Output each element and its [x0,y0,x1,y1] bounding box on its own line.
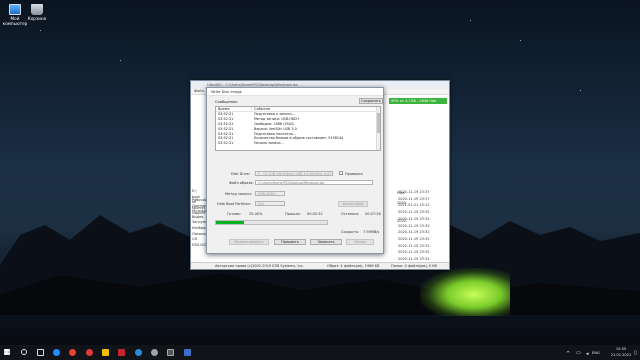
message-log: Время Событие 03:52:31 Подготовка к запис… [215,106,381,151]
elapsed-label: Прошло: [285,212,301,216]
log-time: 03:52:31 [218,141,234,146]
search-icon[interactable] [21,349,27,355]
file-date: 2020- [397,201,408,205]
write-method-select[interactable]: USB-HDD+ [255,191,285,196]
speed-label: Скорость: [341,230,360,234]
settings-gear-icon[interactable] [151,349,158,356]
log-event: Начало записи... [254,141,284,146]
remaining-value: 00:07:26 [365,212,381,216]
desktop-icon-label: Корзина [27,16,47,21]
file-date: 2020-11-19 23:32 [398,223,430,228]
computer-icon [9,4,21,15]
file-date: 2020-11-19 23:32 [398,243,430,248]
verify-label: Проверка [345,172,363,176]
opera-icon[interactable] [69,349,76,356]
write-progress-bar [215,220,328,225]
status-count: Папка: 0 файла(ов), 0 KB [391,264,437,268]
format-button[interactable]: Форматировать [229,239,269,245]
recycle-bin-icon [31,4,43,15]
speed-value: 7.90MB/s [363,230,380,234]
back-button[interactable]: Назад [346,239,374,245]
scroll-thumb[interactable] [377,113,380,133]
save-button[interactable]: Сохранить [359,98,383,104]
language-indicator[interactable]: ENG [592,351,600,355]
file-date: 2020- [397,219,408,223]
image-file-field[interactable]: C:\Users\Home\PC\Desktop\Windows.iso [255,180,373,185]
log-row: 03:52:31 Начало записи... [216,141,380,146]
log-header-event: Событие [254,107,270,111]
file-date: 2020-11-19 23:32 [398,230,430,235]
status-copyright: Авторские права (c)2002-2019 EZB Systems… [215,264,304,268]
abort-button[interactable]: Прервать [274,239,306,245]
network-icon[interactable]: ▭ [576,350,581,356]
progress-fill [216,221,245,224]
volume-icon[interactable]: ◂ [586,351,589,357]
done-label: Готово: [227,212,241,216]
app-icon[interactable] [135,349,142,356]
log-scrollbar[interactable] [376,107,380,150]
files-label: Files [397,191,405,195]
yandex-browser-icon[interactable] [86,349,93,356]
file-explorer-icon[interactable] [102,349,109,356]
clock-date[interactable]: 21.01.2021 [607,353,635,357]
app-icon[interactable] [184,349,191,356]
disk-drive-label: Disk Drive: [231,172,251,176]
done-value: 25.40% [249,212,263,216]
file-date: 2020-11-19 23:32 [398,210,430,215]
ultraiso-taskbar-icon[interactable] [167,349,174,356]
dialog-title: Write Disk Image [207,88,383,96]
taskbar [0,345,640,360]
write-method-label: Метод записи: [225,192,252,196]
notifications-icon[interactable]: ▯ [634,350,637,356]
elapsed-value: 00:02:32 [307,212,323,216]
edge-browser-icon[interactable] [53,349,60,356]
glowing-tent [420,268,510,316]
disk-usage-bar: 99% от 4.7GB - 2846 free [389,98,447,104]
remaining-label: Осталось: [341,212,360,216]
write-button[interactable]: Записать [310,239,342,245]
status-files: Образ: 4 файла(ов), 1986 KB [327,264,380,268]
clock-time[interactable]: 15:55 [609,347,633,351]
disk-drive-select[interactable]: F:, 15.1GB (VeriSilicon USB 3.0 VeriSili… [255,171,333,176]
task-view-icon[interactable] [37,349,44,356]
hide-boot-select[interactable]: Нет [255,201,285,206]
file-date: 2020-11-19 23:32 [398,250,430,255]
status-bar: Авторские права (c)2002-2019 EZB Systems… [191,262,449,269]
write-disk-image-dialog: Write Disk Image Сообщения: Сохранить Вр… [206,87,384,254]
image-file-label: Файл образа: [229,181,254,185]
chevron-up-icon[interactable]: ^ [566,351,570,357]
xpress-boot-button[interactable]: Xpress Boot [338,201,368,207]
winrar-icon[interactable] [118,349,125,356]
verify-checkbox[interactable] [339,171,343,175]
file-date: 2020-11-19 23:32 [398,236,430,241]
desktop-icon-recycle-bin[interactable]: Корзина [22,4,52,21]
messages-label: Сообщения: [215,100,238,104]
hide-boot-label: Hide Boot Partition: [217,202,252,206]
log-header-time: Время [216,107,252,111]
